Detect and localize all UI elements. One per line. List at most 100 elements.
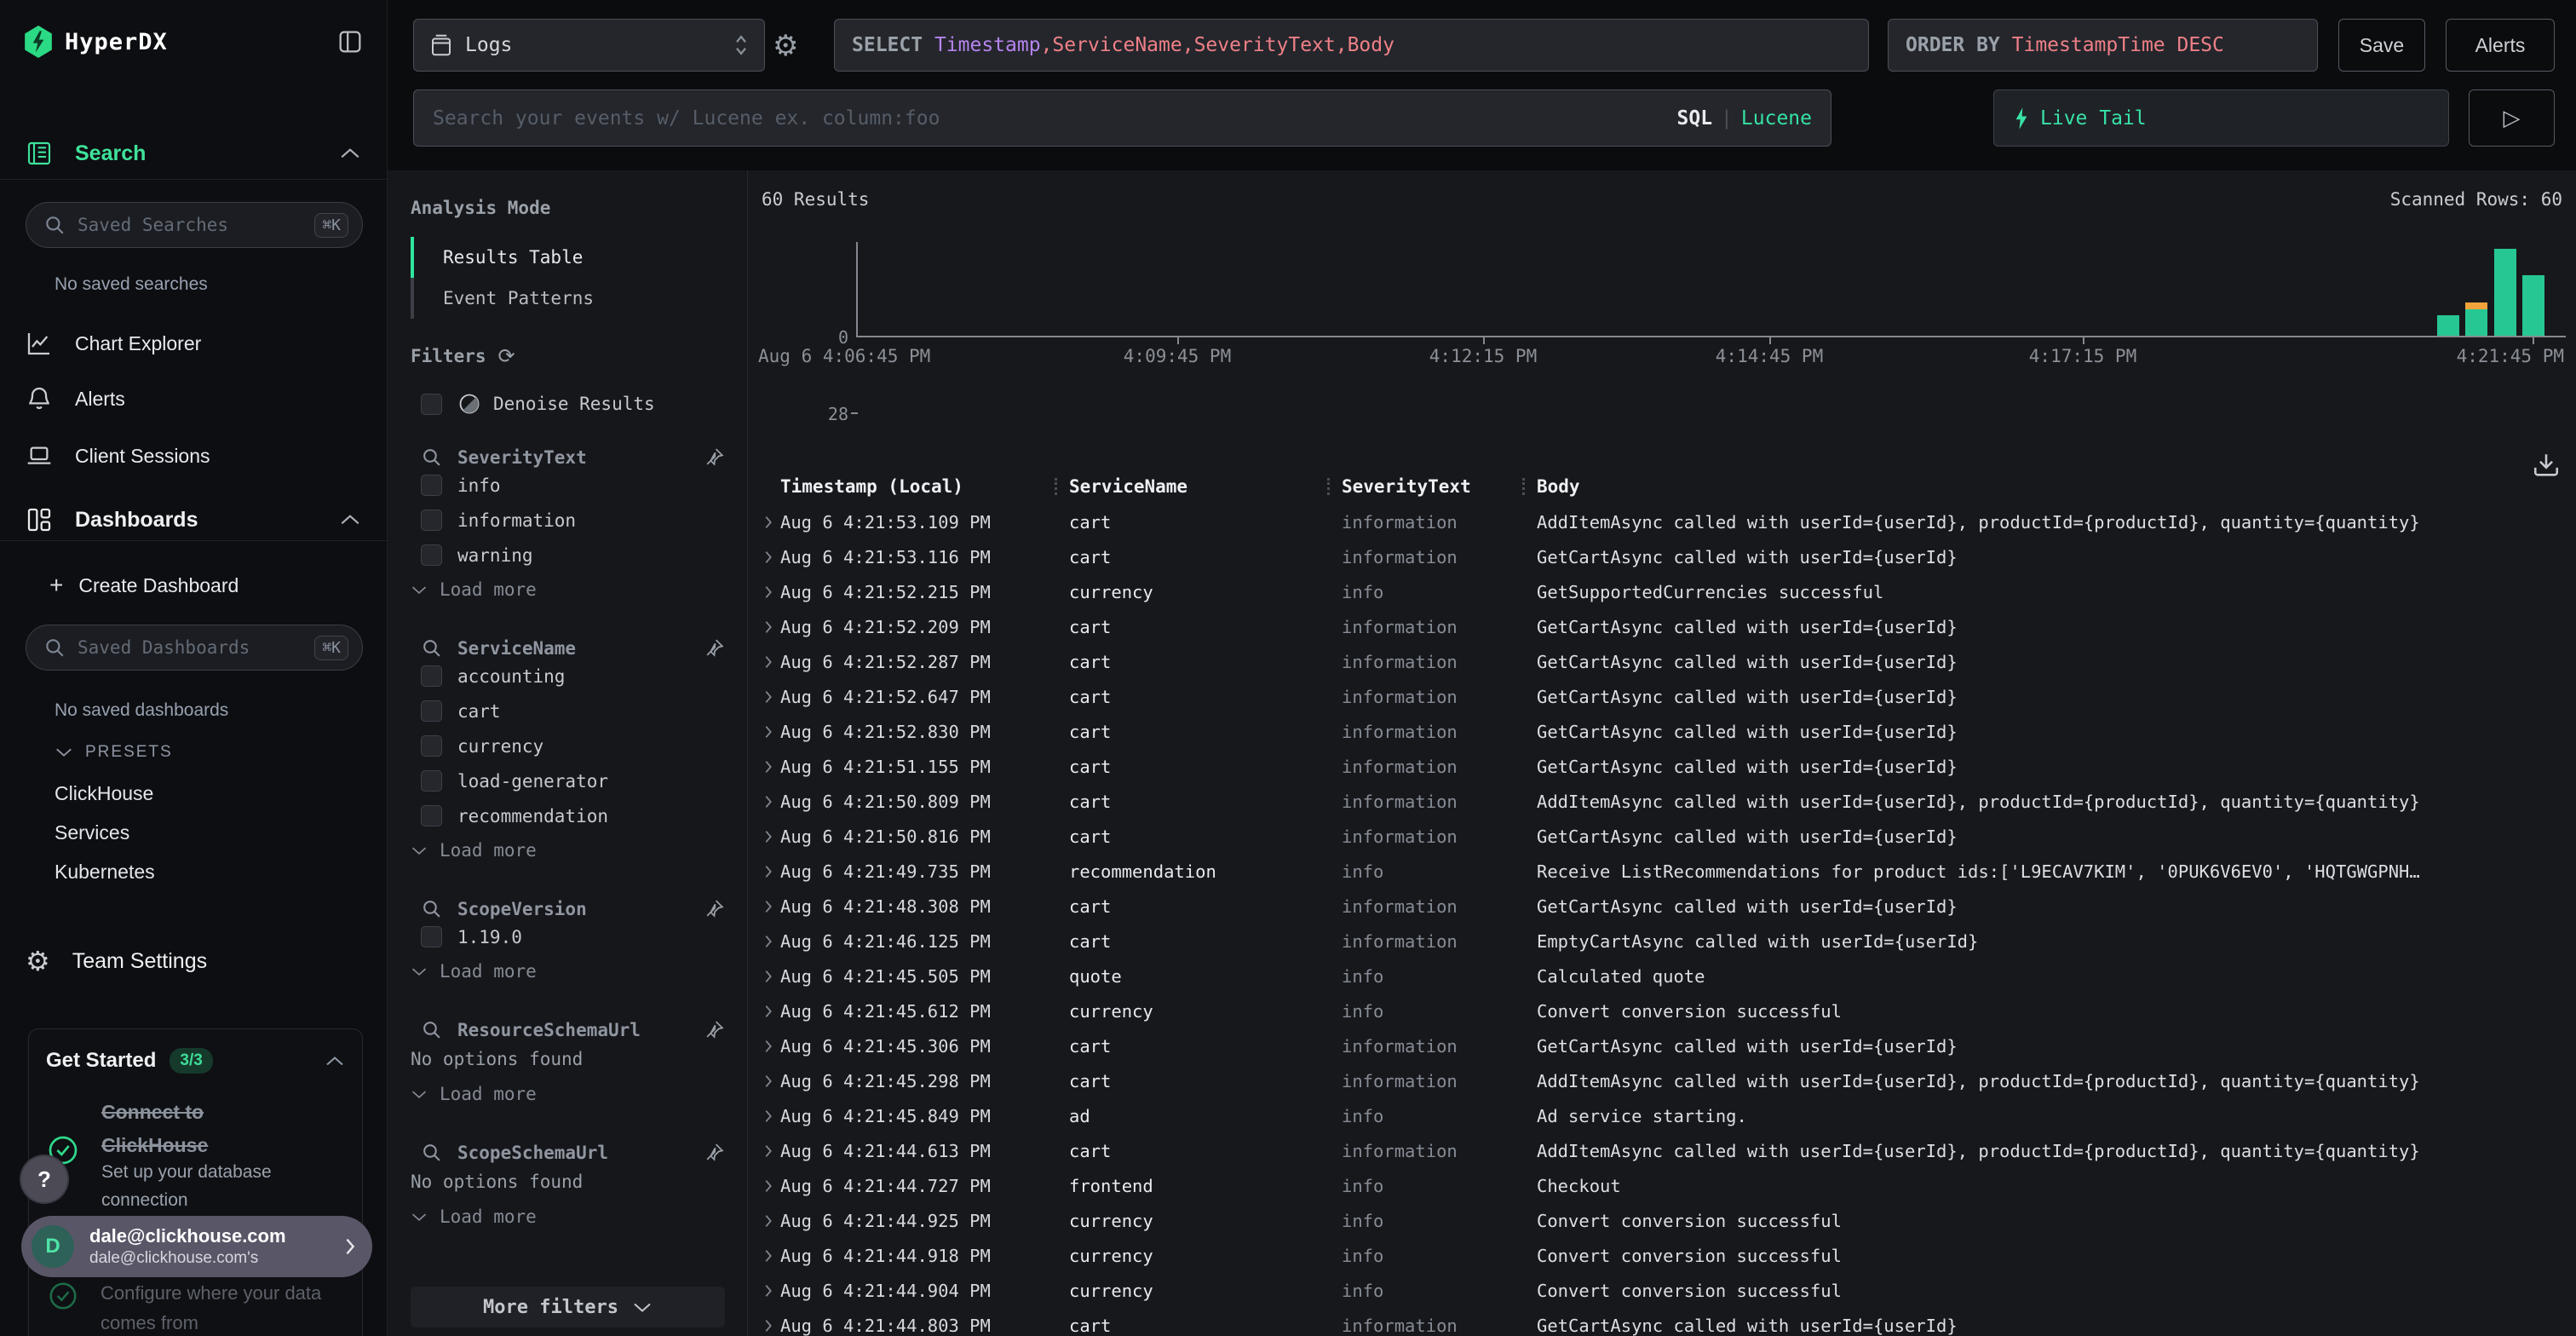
help-button[interactable]: ?: [21, 1156, 67, 1202]
expand-row-icon[interactable]: [756, 1074, 780, 1089]
checkbox[interactable]: [421, 665, 442, 687]
table-row[interactable]: Aug 6 4:21:51.155 PMcartinformationGetCa…: [756, 749, 2576, 784]
search-input[interactable]: [433, 107, 1677, 130]
load-more[interactable]: Load more: [411, 954, 725, 988]
checkbox[interactable]: [421, 770, 442, 792]
expand-row-icon[interactable]: [756, 934, 780, 949]
results-histogram[interactable]: 28 0 Aug 6 4:06:45 PM4:09:45 PM4:12:15 P…: [748, 170, 2576, 383]
table-row[interactable]: Aug 6 4:21:50.816 PMcartinformationGetCa…: [756, 819, 2576, 854]
run-query-button[interactable]: ▷: [2469, 89, 2555, 147]
sidebar-item-alerts[interactable]: Alerts: [0, 381, 387, 417]
table-row[interactable]: Aug 6 4:21:50.809 PMcartinformationAddIt…: [756, 784, 2576, 819]
search-icon[interactable]: [421, 637, 442, 659]
checkbox[interactable]: [421, 805, 442, 826]
expand-row-icon[interactable]: [756, 515, 780, 530]
expand-row-icon[interactable]: [756, 1109, 780, 1124]
table-row[interactable]: Aug 6 4:21:52.215 PMcurrencyinfoGetSuppo…: [756, 574, 2576, 609]
order-by-input[interactable]: ORDER BY TimestampTime DESC: [1888, 19, 2318, 72]
search-bar[interactable]: SQL | Lucene: [413, 89, 1831, 147]
mode-event-patterns[interactable]: Event Patterns: [411, 278, 725, 319]
chevron-up-icon[interactable]: [339, 513, 361, 527]
table-row[interactable]: Aug 6 4:21:52.647 PMcartinformationGetCa…: [756, 679, 2576, 714]
mode-lucene-toggle[interactable]: Lucene: [1741, 107, 1812, 130]
table-row[interactable]: Aug 6 4:21:52.830 PMcartinformationGetCa…: [756, 714, 2576, 749]
expand-row-icon[interactable]: [756, 1004, 780, 1019]
table-row[interactable]: Aug 6 4:21:44.918 PMcurrencyinfoConvert …: [756, 1238, 2576, 1273]
sidebar-item-search[interactable]: Search: [0, 135, 387, 172]
checkbox[interactable]: [421, 926, 442, 947]
search-icon[interactable]: [421, 1142, 442, 1163]
facet-option-load-generator[interactable]: load-generator: [411, 763, 725, 798]
search-icon[interactable]: [421, 898, 442, 919]
bar-segment-logs[interactable]: [2465, 309, 2487, 336]
load-more[interactable]: Load more: [411, 573, 725, 607]
sidebar-item-kubernetes[interactable]: Kubernetes: [0, 855, 387, 888]
mode-results-table[interactable]: Results Table: [411, 237, 725, 278]
chevron-up-icon[interactable]: [339, 147, 361, 160]
expand-row-icon[interactable]: [756, 724, 780, 740]
expand-row-icon[interactable]: [756, 550, 780, 565]
source-select[interactable]: Logs: [413, 19, 765, 72]
sidebar-item-team-settings[interactable]: ⚙ Team Settings: [0, 942, 387, 980]
sidebar-item-client-sessions[interactable]: Client Sessions: [0, 438, 387, 474]
facet-option-warning[interactable]: warning: [411, 538, 725, 573]
search-icon[interactable]: [421, 1019, 442, 1040]
select-columns-input[interactable]: SELECT Timestamp,ServiceName,SeverityTex…: [834, 19, 1869, 72]
pin-icon[interactable]: [704, 898, 725, 919]
expand-row-icon[interactable]: [756, 864, 780, 879]
table-row[interactable]: Aug 6 4:21:45.306 PMcartinformationGetCa…: [756, 1028, 2576, 1063]
expand-row-icon[interactable]: [756, 829, 780, 844]
table-row[interactable]: Aug 6 4:21:52.287 PMcartinformationGetCa…: [756, 644, 2576, 679]
bar-segment-warning[interactable]: [2465, 302, 2487, 309]
table-row[interactable]: Aug 6 4:21:45.505 PMquoteinfoCalculated …: [756, 959, 2576, 993]
expand-row-icon[interactable]: [756, 1039, 780, 1054]
facet-option-1.19.0[interactable]: 1.19.0: [411, 919, 725, 954]
checkbox[interactable]: [421, 394, 442, 415]
facet-option-recommendation[interactable]: recommendation: [411, 798, 725, 833]
table-row[interactable]: Aug 6 4:21:45.849 PMadinfoAd service sta…: [756, 1098, 2576, 1133]
expand-row-icon[interactable]: [756, 689, 780, 705]
table-row[interactable]: Aug 6 4:21:48.308 PMcartinformationGetCa…: [756, 889, 2576, 924]
expand-row-icon[interactable]: [756, 969, 780, 984]
expand-row-icon[interactable]: [756, 654, 780, 670]
column-header-severitytext[interactable]: SeverityText: [1342, 476, 1537, 497]
checkbox[interactable]: [421, 510, 442, 531]
facet-option-cart[interactable]: cart: [411, 694, 725, 728]
checkbox[interactable]: [421, 735, 442, 757]
expand-row-icon[interactable]: [756, 1283, 780, 1299]
table-row[interactable]: Aug 6 4:21:44.727 PMfrontendinfoCheckout: [756, 1168, 2576, 1203]
search-icon[interactable]: [421, 446, 442, 468]
expand-row-icon[interactable]: [756, 1178, 780, 1194]
sidebar-item-services[interactable]: Services: [0, 816, 387, 849]
bar-segment-logs[interactable]: [2437, 315, 2459, 336]
column-header-timestamp[interactable]: Timestamp (Local): [780, 476, 1069, 497]
column-header-body[interactable]: Body: [1537, 476, 2576, 497]
pin-icon[interactable]: [704, 1019, 725, 1040]
save-button[interactable]: Save: [2338, 19, 2425, 72]
expand-row-icon[interactable]: [756, 1143, 780, 1159]
chevron-up-icon[interactable]: [325, 1055, 345, 1068]
pin-icon[interactable]: [704, 637, 725, 659]
user-menu[interactable]: D dale@clickhouse.com dale@clickhouse.co…: [21, 1216, 372, 1277]
table-row[interactable]: Aug 6 4:21:45.612 PMcurrencyinfoConvert …: [756, 993, 2576, 1028]
bar-segment-logs[interactable]: [2494, 249, 2516, 336]
facet-option-accounting[interactable]: accounting: [411, 659, 725, 694]
refresh-filters-icon[interactable]: ⟳: [498, 344, 515, 368]
expand-row-icon[interactable]: [756, 619, 780, 635]
bar-segment-logs[interactable]: [2522, 275, 2544, 336]
checkbox[interactable]: [421, 475, 442, 496]
table-row[interactable]: Aug 6 4:21:44.904 PMcurrencyinfoConvert …: [756, 1273, 2576, 1308]
source-settings-gear-icon[interactable]: ⚙: [773, 29, 798, 63]
table-row[interactable]: Aug 6 4:21:44.613 PMcartinformationAddIt…: [756, 1133, 2576, 1168]
facet-option-information[interactable]: information: [411, 503, 725, 538]
table-row[interactable]: Aug 6 4:21:46.125 PMcartinformationEmpty…: [756, 924, 2576, 959]
sidebar-item-clickhouse[interactable]: ClickHouse: [0, 777, 387, 809]
table-row[interactable]: Aug 6 4:21:53.116 PMcartinformationGetCa…: [756, 539, 2576, 574]
expand-row-icon[interactable]: [756, 759, 780, 775]
alerts-button[interactable]: Alerts: [2446, 19, 2555, 72]
facet-option-info[interactable]: info: [411, 468, 725, 503]
pin-icon[interactable]: [704, 446, 725, 468]
table-row[interactable]: Aug 6 4:21:44.803 PMcartinformationGetCa…: [756, 1308, 2576, 1336]
table-row[interactable]: Aug 6 4:21:53.109 PMcartinformationAddIt…: [756, 504, 2576, 539]
collapse-sidebar-icon[interactable]: [336, 27, 365, 56]
